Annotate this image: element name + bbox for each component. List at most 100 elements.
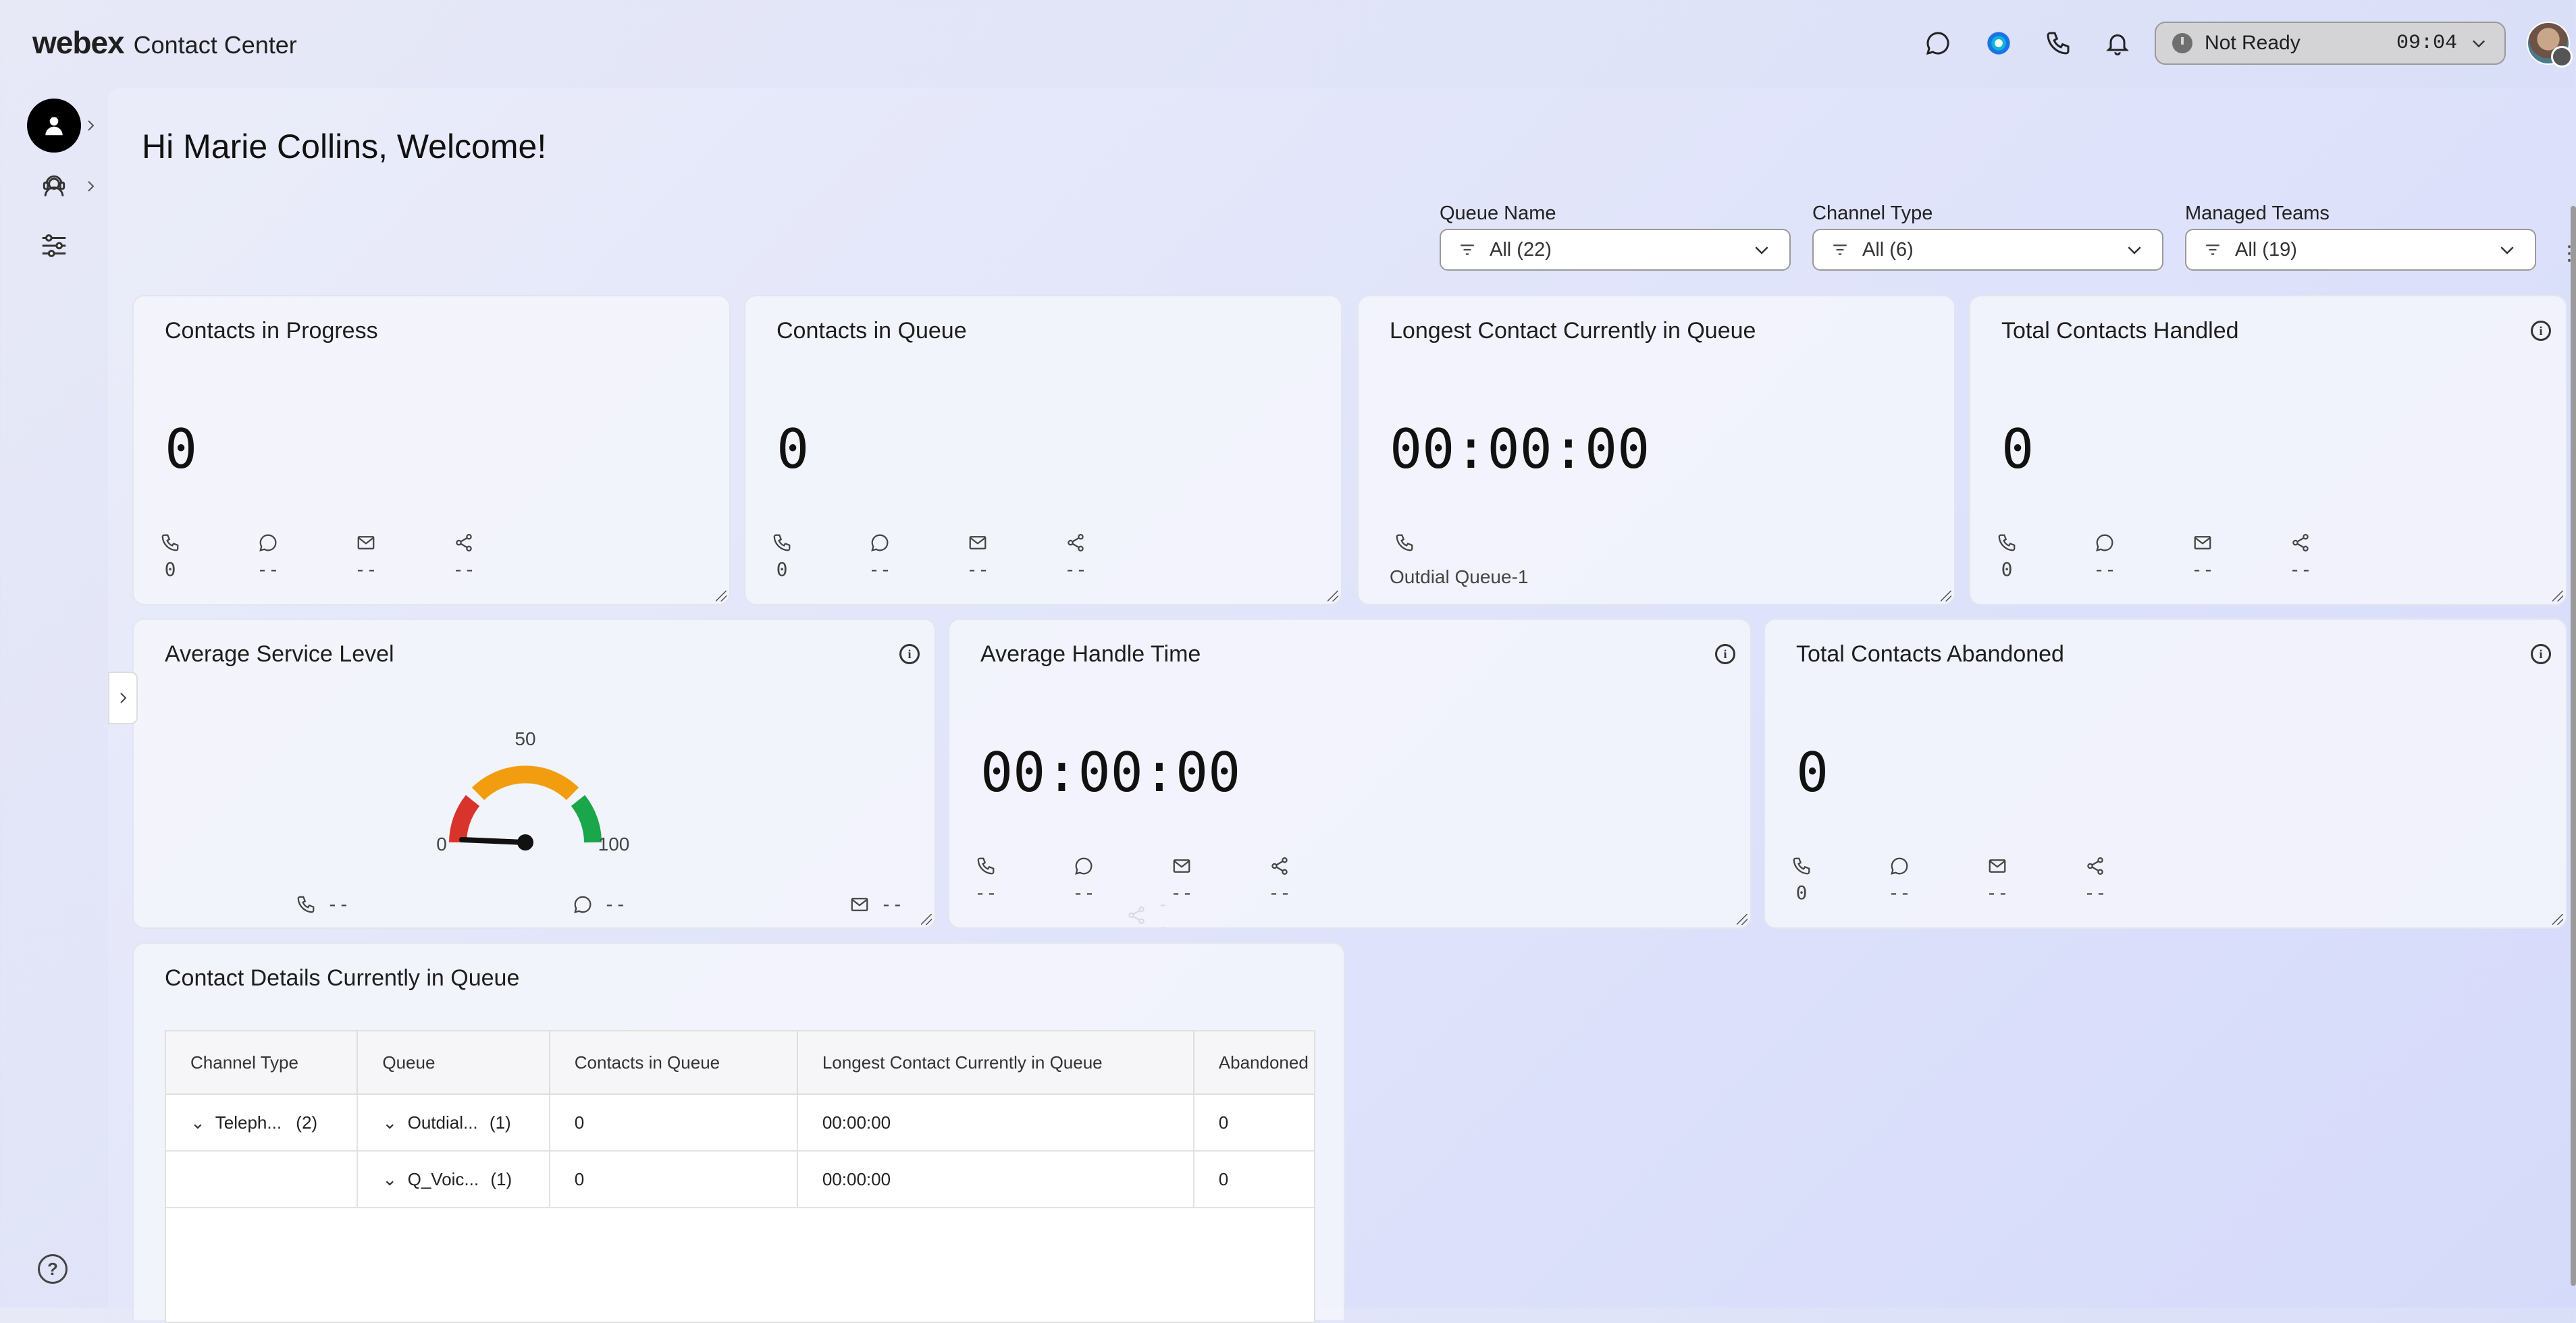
card-title: Longest Contact Currently in Queue — [1390, 318, 1756, 344]
abandoned-cell: 0 — [1193, 1094, 1314, 1152]
resize-handle[interactable] — [2552, 914, 2563, 925]
channel-name: Teleph... — [215, 1112, 282, 1133]
card-value: 00:00:00 — [1390, 418, 1650, 481]
chevron-down-icon — [2128, 246, 2141, 254]
chat-icon — [574, 896, 592, 913]
channel-value: -- — [354, 558, 377, 580]
filter-managed-teams: Managed Teams All (19) — [2185, 202, 2536, 271]
info-icon[interactable]: i — [1715, 644, 1735, 664]
phone-icon[interactable] — [2041, 26, 2076, 61]
phone-channel — [1384, 533, 1425, 553]
column-header[interactable]: Longest Contact Currently in Queue — [797, 1031, 1194, 1095]
channel-value: -- — [1268, 882, 1291, 904]
main-scrollbar[interactable] — [2571, 206, 2576, 1286]
channel-value: -- — [2289, 558, 2312, 580]
chat-channel-metric: -- — [1063, 856, 1104, 904]
chat-icon[interactable] — [1920, 26, 1955, 61]
card-average-service-level: Average Service Level i 50 0 100 -- -- -- -… — [132, 618, 1169, 938]
share-icon — [1271, 857, 1288, 875]
chat-channel-metric: -- — [2084, 533, 2125, 580]
chevron-down-icon[interactable]: ⌄ — [382, 1169, 402, 1190]
clock-icon — [2172, 33, 2192, 53]
card-title: Contacts in Queue — [777, 318, 967, 344]
nav-agent-home[interactable] — [27, 99, 81, 153]
channel-value: -- — [868, 558, 891, 580]
resize-handle[interactable] — [1328, 591, 1338, 601]
share-channel-metric: -- — [2075, 856, 2115, 904]
channel-type-select[interactable]: All (6) — [1812, 229, 2163, 271]
nav-supervisor[interactable] — [27, 159, 81, 213]
resize-handle[interactable] — [716, 591, 727, 601]
queue-count: (1) — [490, 1168, 512, 1189]
info-icon[interactable]: i — [2531, 644, 2551, 664]
email-icon — [1989, 859, 2006, 873]
chevron-right-icon[interactable] — [82, 117, 99, 134]
channel-value: -- — [2084, 882, 2107, 904]
column-header[interactable]: Queue — [357, 1031, 550, 1095]
webex-ai-icon[interactable] — [1981, 26, 2016, 61]
email-channel-metric: -- — [957, 533, 998, 580]
chat-icon — [871, 534, 889, 551]
share-icon — [2292, 534, 2309, 551]
chevron-down-icon[interactable]: ⌄ — [190, 1112, 211, 1133]
help-icon[interactable]: ? — [38, 1254, 68, 1284]
channel-value: 0 — [776, 558, 788, 580]
chevron-down-icon[interactable]: ⌄ — [382, 1112, 402, 1133]
chat-channel-metric: -- — [248, 533, 288, 580]
card-title: Total Contacts Abandoned — [1796, 641, 2064, 667]
select-value: All (22) — [1490, 238, 1552, 261]
card-title: Contacts in Progress — [165, 318, 378, 344]
expand-panel-button[interactable] — [108, 672, 138, 724]
card-total-contacts-handled: Total Contacts Handled i 0 0 -- -- -- — [1969, 295, 2567, 605]
resize-handle[interactable] — [921, 914, 932, 925]
email-channel-metric: -- — [849, 893, 903, 915]
channel-value: -- — [966, 558, 989, 580]
phone-icon — [1396, 534, 1413, 551]
bell-icon[interactable] — [2100, 26, 2135, 61]
agent-state-dropdown[interactable]: Not Ready 09:04 — [2155, 22, 2506, 65]
column-header[interactable]: Abandoned Co — [1193, 1031, 1314, 1095]
user-avatar[interactable] — [2527, 22, 2573, 68]
queue-name-select[interactable]: All (22) — [1440, 229, 1791, 271]
card-title: Average Handle Time — [980, 641, 1201, 667]
welcome-heading: Hi Marie Collins, Welcome! — [142, 128, 547, 165]
channel-value: -- — [974, 882, 997, 904]
channel-value: -- — [327, 893, 350, 915]
queue-count: (1) — [489, 1112, 511, 1133]
nav-settings[interactable] — [27, 219, 81, 273]
resize-handle[interactable] — [1737, 914, 1747, 925]
managed-teams-select[interactable]: All (19) — [2185, 229, 2536, 271]
phone-channel-metric: 0 — [1781, 856, 1822, 904]
info-icon[interactable]: i — [2531, 321, 2551, 341]
email-channel-metric: -- — [1977, 856, 2018, 904]
queue-cell: ⌄ Outdial... (1) — [357, 1094, 550, 1152]
resize-handle[interactable] — [2552, 591, 2563, 601]
contact-details-table: Channel Type Queue Contacts in Queue Lon… — [165, 1030, 1315, 1323]
channel-value: 0 — [2001, 558, 2013, 580]
phone-channel-metric: 0 — [1987, 533, 2027, 580]
card-value: 0 — [1796, 741, 1829, 804]
channel-cell — [166, 1151, 359, 1208]
column-header[interactable]: Channel Type — [166, 1031, 359, 1095]
resize-handle[interactable] — [1941, 591, 1951, 601]
queue-name: Q_Voic... — [407, 1168, 479, 1189]
channel-value: -- — [1986, 882, 2009, 904]
gauge-max-label: 100 — [598, 834, 630, 855]
channel-value: -- — [2093, 558, 2116, 580]
chevron-right-icon[interactable] — [82, 178, 99, 194]
contacts-cell: 0 — [549, 1151, 798, 1208]
card-contact-details: Contact Details Currently in Queue Chann… — [132, 942, 1345, 1323]
gauge-needle — [459, 837, 528, 845]
email-icon — [1173, 859, 1190, 873]
share-channel-metric: -- — [1259, 856, 1300, 904]
channel-value: -- — [452, 558, 475, 580]
column-header[interactable]: Contacts in Queue — [549, 1031, 798, 1095]
email-icon — [357, 536, 375, 549]
agent-state-timer: 09:04 — [2396, 32, 2457, 55]
brand-logo: webex — [32, 25, 125, 60]
longest-cell: 00:00:00 — [797, 1151, 1194, 1208]
filter-icon — [1833, 244, 1847, 255]
phone-icon — [1998, 534, 2016, 551]
card-title: Contact Details Currently in Queue — [165, 965, 520, 991]
info-icon[interactable]: i — [899, 644, 920, 664]
